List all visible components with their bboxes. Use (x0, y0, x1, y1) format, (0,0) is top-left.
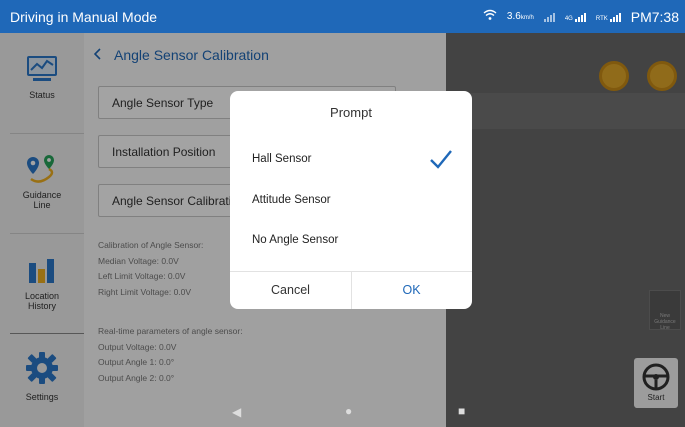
network-status: 4G (565, 11, 586, 22)
speed-value: 3.6 (506, 11, 521, 22)
dialog-title: Prompt (330, 105, 372, 120)
check-icon (430, 150, 452, 169)
rtk-status: RTK (596, 11, 621, 22)
speed-readout: 3.6km/h (507, 11, 534, 22)
wifi-icon (483, 9, 497, 24)
status-indicators: 3.6km/h 4G RTK PM7:38 (483, 0, 679, 33)
signal-icon (543, 11, 555, 22)
option-no-angle-sensor[interactable]: No Angle Sensor (252, 234, 338, 246)
status-bar: Driving in Manual Mode 3.6km/h 4G RTK PM… (0, 0, 685, 33)
rtk-label: RTK (595, 16, 608, 22)
rtk-signal-icon (609, 11, 621, 22)
option-attitude-sensor[interactable]: Attitude Sensor (252, 194, 331, 206)
speed-unit: km/h (520, 15, 534, 21)
network-label: 4G (564, 16, 573, 22)
prompt-dialog: Prompt Hall Sensor Attitude Sensor No An… (230, 91, 472, 309)
option-hall-sensor[interactable]: Hall Sensor (252, 153, 311, 165)
ok-button[interactable]: OK (351, 271, 472, 309)
mode-title: Driving in Manual Mode (10, 8, 158, 25)
clock: PM7:38 (630, 8, 679, 25)
app-screen: Driving in Manual Mode 3.6km/h 4G RTK PM… (0, 0, 685, 427)
cancel-button[interactable]: Cancel (230, 271, 351, 309)
network-signal-icon (574, 11, 586, 22)
